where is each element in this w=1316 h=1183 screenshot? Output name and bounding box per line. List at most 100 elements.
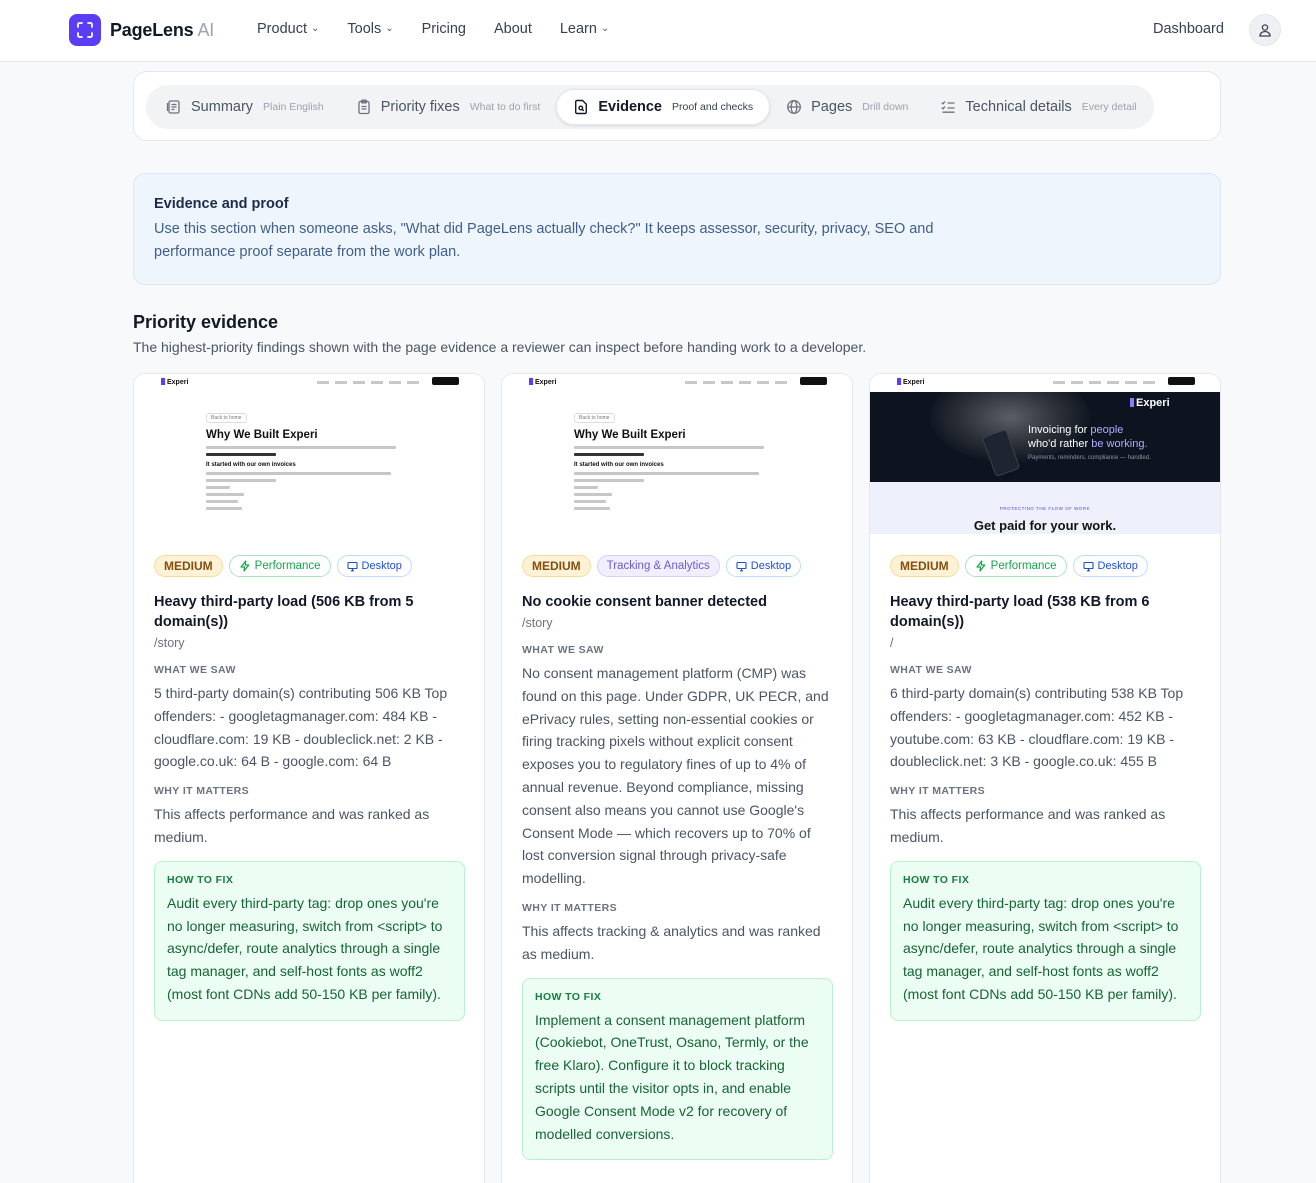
why-it-matters-text: This affects performance and was ranked … (890, 806, 1166, 845)
card-body: MEDIUM Performance Desktop Heavy third-p… (890, 555, 1201, 1021)
evidence-card: Experi Experi Invoicing for people who'd… (869, 373, 1221, 1183)
lightning-icon (976, 560, 986, 572)
tab-sublabel: Every detail (1081, 101, 1137, 113)
chevron-down-icon: ⌄ (385, 22, 394, 34)
page-screenshot-thumbnail[interactable]: Experi Experi Invoicing for people who'd… (870, 374, 1220, 534)
how-to-fix-box: HOW TO FIX Audit every third-party tag: … (890, 860, 1201, 1021)
nav-tools[interactable]: Tools ⌄ (347, 21, 393, 37)
tab-sublabel: Proof and checks (672, 101, 754, 113)
category-badge: Tracking & Analytics (596, 555, 720, 577)
tab-label: Pages (811, 99, 853, 115)
brand-logo[interactable]: PageLens AI (69, 14, 214, 46)
tab-label: Technical details (965, 99, 1072, 115)
tab-priority-fixes[interactable]: Priority fixes What to do first (340, 89, 557, 125)
thumbnail-cta (432, 377, 459, 385)
card-body: MEDIUM Performance Desktop Heavy third-p… (154, 555, 465, 1021)
evidence-card: Experi Back to home Why We Built Experi … (501, 373, 853, 1183)
nav-product[interactable]: Product ⌄ (257, 21, 319, 37)
report-tabs: Summary Plain English Priority fixes Wha… (146, 85, 1154, 129)
tag-row: MEDIUM Performance Desktop (154, 555, 465, 577)
nav-about[interactable]: About (494, 21, 532, 37)
tag-row: MEDIUM Tracking & Analytics Desktop (522, 555, 833, 577)
thumbnail-article: Back to home Why We Built Experi It star… (206, 406, 426, 514)
category-badge: Performance (228, 555, 331, 577)
what-we-saw-text: No consent management platform (CMP) was… (522, 665, 829, 887)
device-badge: Desktop (725, 555, 802, 577)
why-it-matters-label: WHY IT MATTERS (522, 901, 618, 914)
thumbnail-back-link: Back to home (574, 413, 615, 423)
evidence-card: Experi Back to home Why We Built Experi … (133, 373, 485, 1183)
monitor-icon (736, 561, 747, 571)
what-we-saw-text: 5 third-party domain(s) contributing 506… (154, 685, 448, 770)
tag-row: MEDIUM Performance Desktop (890, 555, 1201, 577)
what-we-saw-text: 6 third-party domain(s) contributing 538… (890, 685, 1184, 770)
hero-brand: Experi (1130, 397, 1170, 409)
thumbnail-heading: Why We Built Experi (574, 429, 686, 441)
category-badge: Performance (964, 555, 1067, 577)
severity-badge: MEDIUM (522, 555, 591, 577)
nav-pricing[interactable]: Pricing (422, 21, 466, 37)
clipboard-icon (356, 99, 372, 115)
thumbnail-nav (317, 379, 419, 384)
lightning-icon (240, 560, 250, 572)
chevron-down-icon: ⌄ (310, 22, 320, 34)
checklist-icon (940, 99, 956, 115)
tab-evidence[interactable]: Evidence Proof and checks (556, 89, 771, 125)
dashboard-link[interactable]: Dashboard (1153, 21, 1224, 37)
why-it-matters-label: WHY IT MATTERS (154, 785, 250, 798)
why-it-matters-label: WHY IT MATTERS (890, 785, 986, 798)
how-to-fix-label: HOW TO FIX (167, 873, 234, 886)
main-menu: Product ⌄ Tools ⌄ Pricing About Learn ⌄ (257, 21, 609, 37)
top-navigation: PageLens AI Product ⌄ Tools ⌄ Pricing About… (0, 0, 1316, 62)
thumbnail-hero: Experi Invoicing for people who'd rather… (870, 392, 1220, 482)
what-we-saw-label: WHAT WE SAW (154, 664, 236, 676)
tab-summary[interactable]: Summary Plain English (150, 89, 340, 125)
scan-frame-icon (69, 14, 101, 46)
tab-sublabel: What to do first (469, 101, 541, 113)
severity-badge: MEDIUM (154, 555, 223, 577)
thumbnail-article: Back to home Why We Built Experi It star… (574, 406, 794, 514)
section-title: Priority evidence (133, 312, 279, 332)
thumbnail-subheading: It started with our own invoices (206, 462, 296, 468)
finding-title: Heavy third-party load (538 KB from 6 do… (890, 594, 1150, 630)
what-we-saw-label: WHAT WE SAW (522, 644, 604, 656)
tab-technical-details[interactable]: Technical details Every detail (924, 89, 1152, 125)
user-menu-button[interactable] (1249, 14, 1281, 46)
page-screenshot-thumbnail[interactable]: Experi Back to home Why We Built Experi … (502, 374, 852, 534)
section-kicker: PROTECTING THE FLOW OF WORK (999, 506, 1091, 511)
why-it-matters-text: This affects performance and was ranked … (154, 806, 430, 845)
brand-suffix: AI (197, 19, 215, 40)
device-badge: Desktop (336, 555, 412, 577)
page-path: /story (154, 636, 185, 650)
thumbnail-nav (685, 379, 787, 384)
hero-headline-line2: who'd rather be working. (1028, 438, 1148, 450)
report-tabs-panel: Summary Plain English Priority fixes Wha… (133, 71, 1221, 141)
tab-sublabel: Plain English (263, 101, 324, 113)
thumbnail-site-logo: Experi (897, 378, 924, 386)
how-to-fix-label: HOW TO FIX (535, 990, 602, 1003)
finding-title: Heavy third-party load (506 KB from 5 do… (154, 594, 414, 630)
info-body: Use this section when someone asks, "Wha… (154, 221, 934, 260)
page-path: /story (522, 616, 553, 630)
globe-icon (786, 99, 802, 115)
tab-sublabel: Drill down (862, 101, 909, 113)
how-to-fix-label: HOW TO FIX (903, 873, 970, 886)
thumbnail-back-link: Back to home (206, 413, 247, 423)
what-we-saw-label: WHAT WE SAW (890, 664, 972, 676)
page-path: / (890, 636, 894, 650)
thumbnail-heading: Why We Built Experi (206, 429, 318, 441)
how-to-fix-box: HOW TO FIX Implement a consent managemen… (522, 977, 833, 1161)
thumbnail-header: Experi (502, 374, 852, 392)
finding-title: No cookie consent banner detected (522, 594, 767, 610)
tab-pages[interactable]: Pages Drill down (770, 89, 924, 125)
thumbnail-section: PROTECTING THE FLOW OF WORK Get paid for… (870, 482, 1220, 534)
nav-learn[interactable]: Learn ⌄ (560, 21, 609, 37)
thumbnail-header: Experi (134, 374, 484, 392)
how-to-fix-box: HOW TO FIX Audit every third-party tag: … (154, 860, 465, 1021)
how-to-fix-text: Implement a consent management platform … (535, 1011, 809, 1142)
thumbnail-site-logo: Experi (161, 378, 188, 386)
info-title: Evidence and proof (154, 196, 289, 212)
page-screenshot-thumbnail[interactable]: Experi Back to home Why We Built Experi … (134, 374, 484, 534)
device-badge: Desktop (1072, 555, 1148, 577)
hero-headline-line1: Invoicing for people (1028, 424, 1124, 436)
